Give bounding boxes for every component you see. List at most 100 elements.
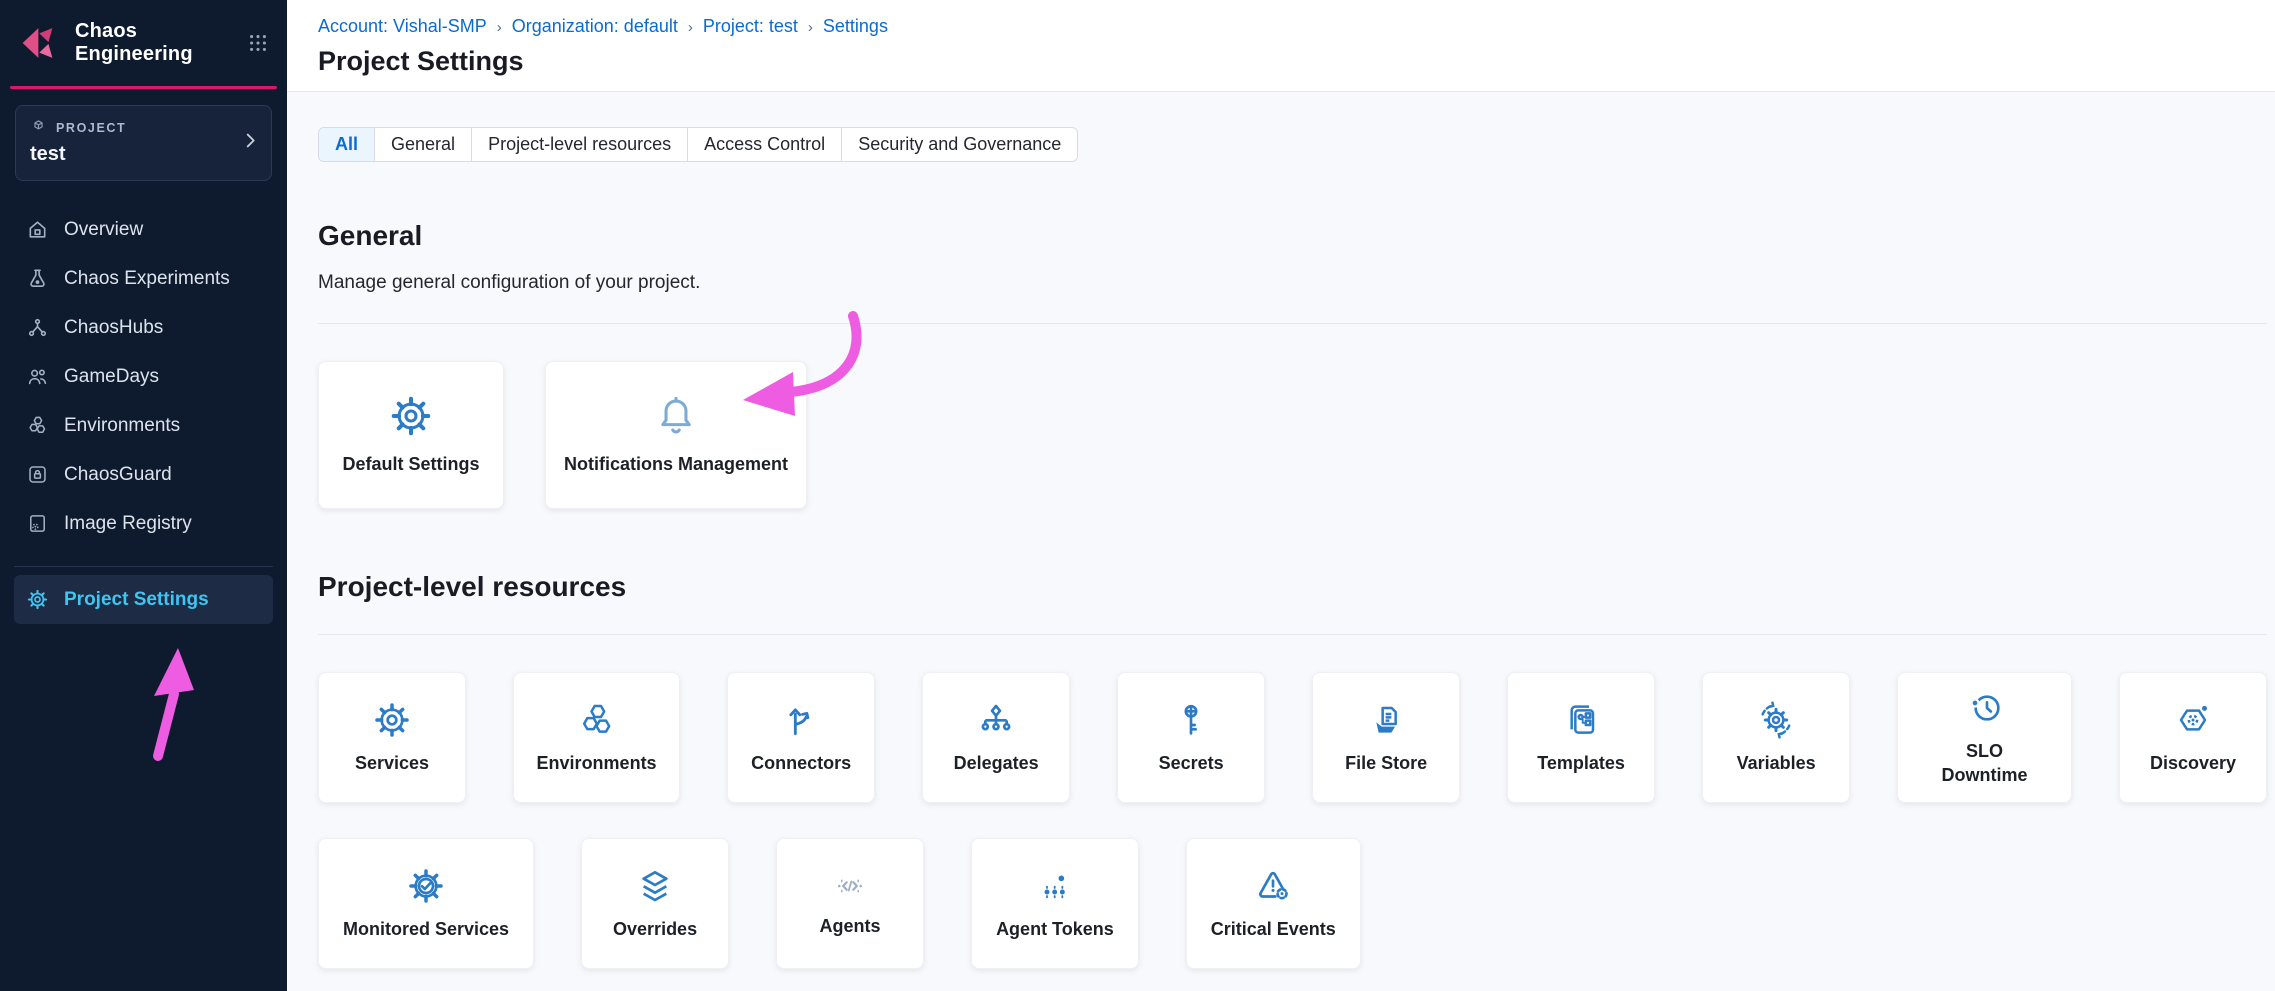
card-label: Environments [537,752,657,775]
settings-tabs: All General Project-level resources Acce… [318,127,1078,162]
hub-icon [26,316,49,339]
apps-grid-icon[interactable] [247,32,269,54]
sidebar-item-label: ChaosGuard [64,464,172,486]
card-critical-events[interactable]: Critical Events [1186,838,1361,969]
gear-icon [26,588,49,611]
card-monitored-services[interactable]: Monitored Services [318,838,534,969]
breadcrumb-separator: › [497,18,502,36]
general-section-description: Manage general configuration of your pro… [318,272,2267,294]
breadcrumb-organization[interactable]: Organization: default [512,16,678,37]
card-label: Agent Tokens [996,918,1114,941]
resources-section-title: Project-level resources [318,571,2267,603]
sidebar-item-chaos-experiments[interactable]: Chaos Experiments [0,254,287,303]
chevron-right-icon [239,130,261,157]
project-selector[interactable]: PROJECT test [15,105,272,181]
key-icon [1171,700,1211,740]
sidebar-item-overview[interactable]: Overview [0,205,287,254]
card-label: Notifications Management [564,453,788,476]
project-name: test [30,143,257,166]
sidebar-item-project-settings[interactable]: Project Settings [14,575,273,624]
warning-gear-icon [1253,866,1293,906]
card-notifications-management[interactable]: Notifications Management [545,361,807,509]
breadcrumb-separator: › [688,18,693,36]
sidebar-divider [14,566,273,567]
sidebar-item-environments[interactable]: Environments [0,401,287,450]
tab-all[interactable]: All [319,128,375,161]
resources-cards-row2: Monitored Services Overrides Agents [318,838,2267,969]
tab-general[interactable]: General [375,128,472,161]
sidebar-item-chaosguard[interactable]: ChaosGuard [0,450,287,499]
annotation-arrow-up [136,642,212,764]
project-label: PROJECT [56,121,126,135]
breadcrumb-settings[interactable]: Settings [823,16,888,37]
tab-security-governance[interactable]: Security and Governance [842,128,1077,161]
harness-logo-icon [20,23,62,63]
flask-icon [26,267,49,290]
org-tree-icon [976,700,1016,740]
sidebar-item-gamedays[interactable]: GameDays [0,352,287,401]
card-secrets[interactable]: Secrets [1117,672,1265,803]
sidebar-item-label: Overview [64,219,143,241]
bell-icon [653,393,699,439]
sidebar-item-label: GameDays [64,366,159,388]
app-header: Chaos Engineering [0,0,287,84]
card-label: SLO Downtime [1922,740,2047,787]
hexagon-gear-icon [2173,700,2213,740]
gear-icon [372,700,412,740]
page-header: Account: Vishal-SMP › Organization: defa… [287,0,2275,92]
card-label: Agents [820,915,881,938]
gear-sync-icon [1756,700,1796,740]
sidebar-item-image-registry[interactable]: Image Registry [0,499,287,548]
card-label: Connectors [751,752,851,775]
card-label: Delegates [954,752,1039,775]
card-label: Services [355,752,429,775]
card-label: Secrets [1159,752,1224,775]
card-label: Monitored Services [343,918,509,941]
card-connectors[interactable]: Connectors [727,672,875,803]
breadcrumb-project[interactable]: Project: test [703,16,798,37]
card-delegates[interactable]: Delegates [922,672,1070,803]
card-agents[interactable]: Agents [776,838,924,969]
breadcrumb-account[interactable]: Account: Vishal-SMP [318,16,487,37]
people-icon [26,365,49,388]
brand-accent-rule [10,86,277,89]
app-title: Chaos Engineering [75,20,234,66]
sidebar-item-chaoshubs[interactable]: ChaosHubs [0,303,287,352]
fork-arrows-icon [781,700,821,740]
main-area: Account: Vishal-SMP › Organization: defa… [287,0,2275,991]
registry-icon [26,512,49,535]
token-dots-icon [1035,866,1075,906]
sidebar-item-label: Environments [64,415,180,437]
card-slo-downtime[interactable]: SLO Downtime [1897,672,2072,803]
breadcrumb: Account: Vishal-SMP › Organization: defa… [318,16,2275,37]
card-environments[interactable]: Environments [513,672,680,803]
card-services[interactable]: Services [318,672,466,803]
clock-dot-icon [1965,688,2005,728]
card-label: Overrides [613,918,697,941]
card-label: Variables [1737,752,1816,775]
sidebar-item-label: Project Settings [64,589,209,611]
card-templates[interactable]: Templates [1507,672,1655,803]
card-file-store[interactable]: File Store [1312,672,1460,803]
section-divider [318,323,2267,324]
tab-access-control[interactable]: Access Control [688,128,842,161]
card-label: Discovery [2150,752,2236,775]
general-section-title: General [318,220,2267,252]
card-variables[interactable]: Variables [1702,672,1850,803]
card-label: Default Settings [342,453,479,476]
resources-cards-row1: Services Environments Connectors [318,672,2267,803]
layers-icon [635,866,675,906]
card-discovery[interactable]: Discovery [2119,672,2267,803]
lock-square-icon [26,463,49,486]
section-divider [318,634,2267,635]
card-agent-tokens[interactable]: Agent Tokens [971,838,1139,969]
sidebar: Chaos Engineering PROJECT test [0,0,287,991]
sidebar-item-label: Image Registry [64,513,192,535]
app-window: Chaos Engineering PROJECT test [0,0,2275,991]
card-overrides[interactable]: Overrides [581,838,729,969]
sidebar-item-label: ChaosHubs [64,317,163,339]
tab-project-level-resources[interactable]: Project-level resources [472,128,688,161]
code-brackets-icon [833,869,867,903]
templates-icon [1561,700,1601,740]
card-default-settings[interactable]: Default Settings [318,361,504,509]
